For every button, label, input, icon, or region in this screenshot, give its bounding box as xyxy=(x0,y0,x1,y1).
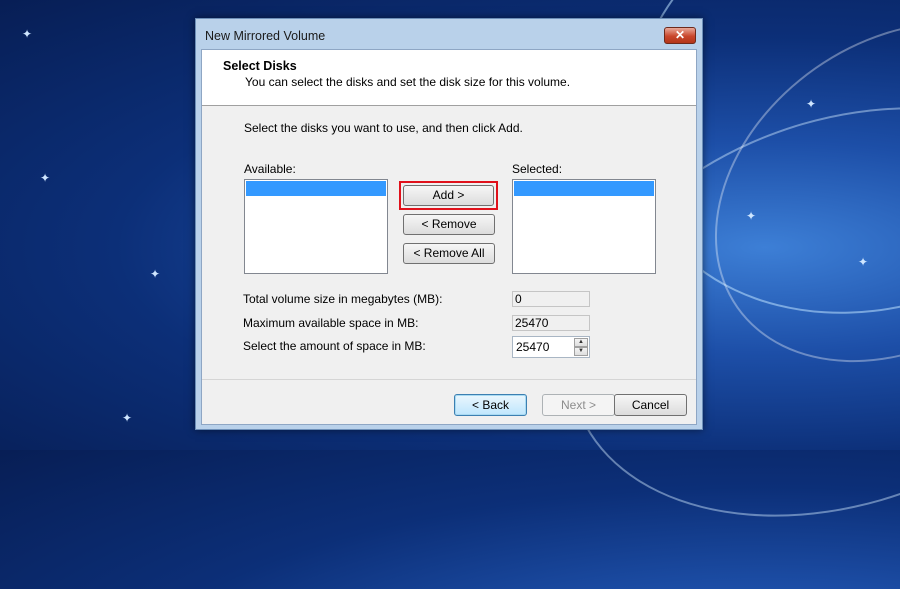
remove-all-button[interactable]: < Remove All xyxy=(403,243,495,264)
sparkle-icon: ✦ xyxy=(806,97,817,111)
sparkle-icon: ✦ xyxy=(40,171,51,185)
amount-label: Select the amount of space in MB: xyxy=(243,339,426,353)
page-subtitle: You can select the disks and set the dis… xyxy=(245,75,571,89)
sparkle-icon: ✦ xyxy=(122,411,133,425)
amount-input[interactable]: 25470 xyxy=(516,340,549,354)
disk-size: 25470 MB xyxy=(294,211,349,225)
sparkle-icon: ✦ xyxy=(22,27,33,41)
total-size-field: 0 xyxy=(512,291,590,307)
page-title: Select Disks xyxy=(223,59,297,73)
footer-divider xyxy=(202,379,696,380)
disk-size: 25470 MB xyxy=(562,211,617,225)
instruction-text: Select the disks you want to use, and th… xyxy=(244,121,523,135)
close-icon: ✕ xyxy=(674,28,686,42)
disk-name: Disk 2 xyxy=(274,196,309,210)
spin-down-icon[interactable]: ▼ xyxy=(574,347,588,356)
spin-up-icon[interactable]: ▲ xyxy=(574,338,588,347)
amount-stepper[interactable]: 25470 ▲ ▼ xyxy=(512,336,590,358)
selected-label: Selected: xyxy=(512,162,563,176)
next-button[interactable]: Next > xyxy=(542,394,615,416)
total-size-label: Total volume size in megabytes (MB): xyxy=(243,292,443,306)
close-button[interactable]: ✕ xyxy=(664,27,696,44)
back-button[interactable]: < Back xyxy=(454,394,527,416)
add-button-highlight xyxy=(399,181,498,210)
sparkle-icon: ✦ xyxy=(858,255,869,269)
max-space-field: 25470 xyxy=(512,315,590,331)
available-label: Available: xyxy=(244,162,296,176)
new-mirrored-volume-dialog: New Mirrored Volume ✕ Select Disks You c… xyxy=(195,18,703,430)
title-bar[interactable]: New Mirrored Volume ✕ xyxy=(196,19,702,49)
sparkle-icon: ✦ xyxy=(746,209,757,223)
window-title: New Mirrored Volume xyxy=(205,29,326,43)
wizard-header: Select Disks You can select the disks an… xyxy=(202,50,696,106)
max-space-label: Maximum available space in MB: xyxy=(243,316,419,330)
remove-button[interactable]: < Remove xyxy=(403,214,495,235)
sparkle-icon: ✦ xyxy=(150,267,161,281)
list-item[interactable]: Disk 2 25470 MB xyxy=(246,181,386,225)
disk-name: Disk 1 xyxy=(542,196,577,210)
cancel-button[interactable]: Cancel xyxy=(614,394,687,416)
available-disks-list[interactable]: Disk 2 25470 MB xyxy=(244,179,388,274)
selected-disks-list[interactable]: Disk 1 25470 MB xyxy=(512,179,656,274)
dialog-body: Select Disks You can select the disks an… xyxy=(201,49,697,425)
list-item[interactable]: Disk 1 25470 MB xyxy=(514,181,654,225)
